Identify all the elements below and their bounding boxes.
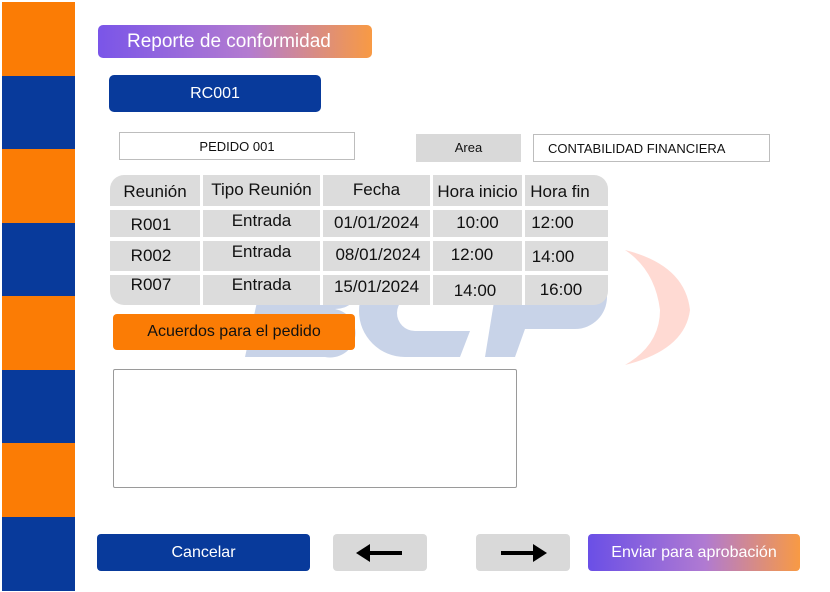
stripe-block	[2, 223, 75, 297]
column-header: Fecha	[352, 180, 401, 199]
table-cell: Entrada	[231, 275, 292, 294]
table-cell: 12:00	[531, 213, 574, 232]
order-field[interactable]: PEDIDO 001	[119, 132, 355, 160]
table-cell: 08/01/2024	[335, 245, 421, 264]
area-label: Area	[416, 134, 521, 162]
table-cell: 14:00	[453, 281, 497, 300]
arrow-right-icon	[501, 543, 547, 562]
column-header: Hora fin	[530, 182, 590, 201]
meetings-table: Reunión Tipo Reunión Fecha Hora inicio H…	[110, 175, 608, 305]
send-for-approval-button[interactable]: Enviar para aprobación	[588, 534, 800, 571]
table-cell: 14:00	[531, 247, 575, 266]
table-cell: 12:00	[450, 245, 494, 264]
column-header: Reunión	[123, 182, 187, 201]
stripe-block	[2, 2, 75, 76]
stripe-block	[2, 296, 75, 370]
page-title: Reporte de conformidad	[98, 25, 372, 58]
table-cell: 16:00	[539, 280, 583, 299]
column-header: Hora inicio	[437, 182, 518, 201]
next-button[interactable]	[476, 534, 570, 571]
stripe-block	[2, 76, 75, 150]
stripe-block	[2, 149, 75, 223]
table-cell: Entrada	[231, 242, 292, 261]
table-cell: R007	[130, 275, 172, 294]
table-cell: Entrada	[231, 211, 292, 230]
agreements-textarea[interactable]	[113, 369, 517, 488]
table-cell: 15/01/2024	[333, 277, 420, 296]
agreements-label: Acuerdos para el pedido	[113, 314, 355, 350]
table-cell: R001	[130, 215, 172, 234]
table-cell: 01/01/2024	[333, 213, 420, 232]
area-field[interactable]: CONTABILIDAD FINANCIERA	[533, 134, 770, 162]
stripe-block	[2, 517, 75, 591]
stripe-block	[2, 370, 75, 444]
previous-button[interactable]	[333, 534, 427, 571]
stripe-block	[2, 443, 75, 517]
arrow-left-icon	[356, 543, 402, 562]
table-cell: 10:00	[456, 213, 499, 232]
report-code-badge: RC001	[109, 75, 321, 112]
cancel-button[interactable]: Cancelar	[97, 534, 310, 571]
table-cell: R002	[130, 246, 172, 265]
column-header: Tipo Reunión	[211, 180, 312, 199]
